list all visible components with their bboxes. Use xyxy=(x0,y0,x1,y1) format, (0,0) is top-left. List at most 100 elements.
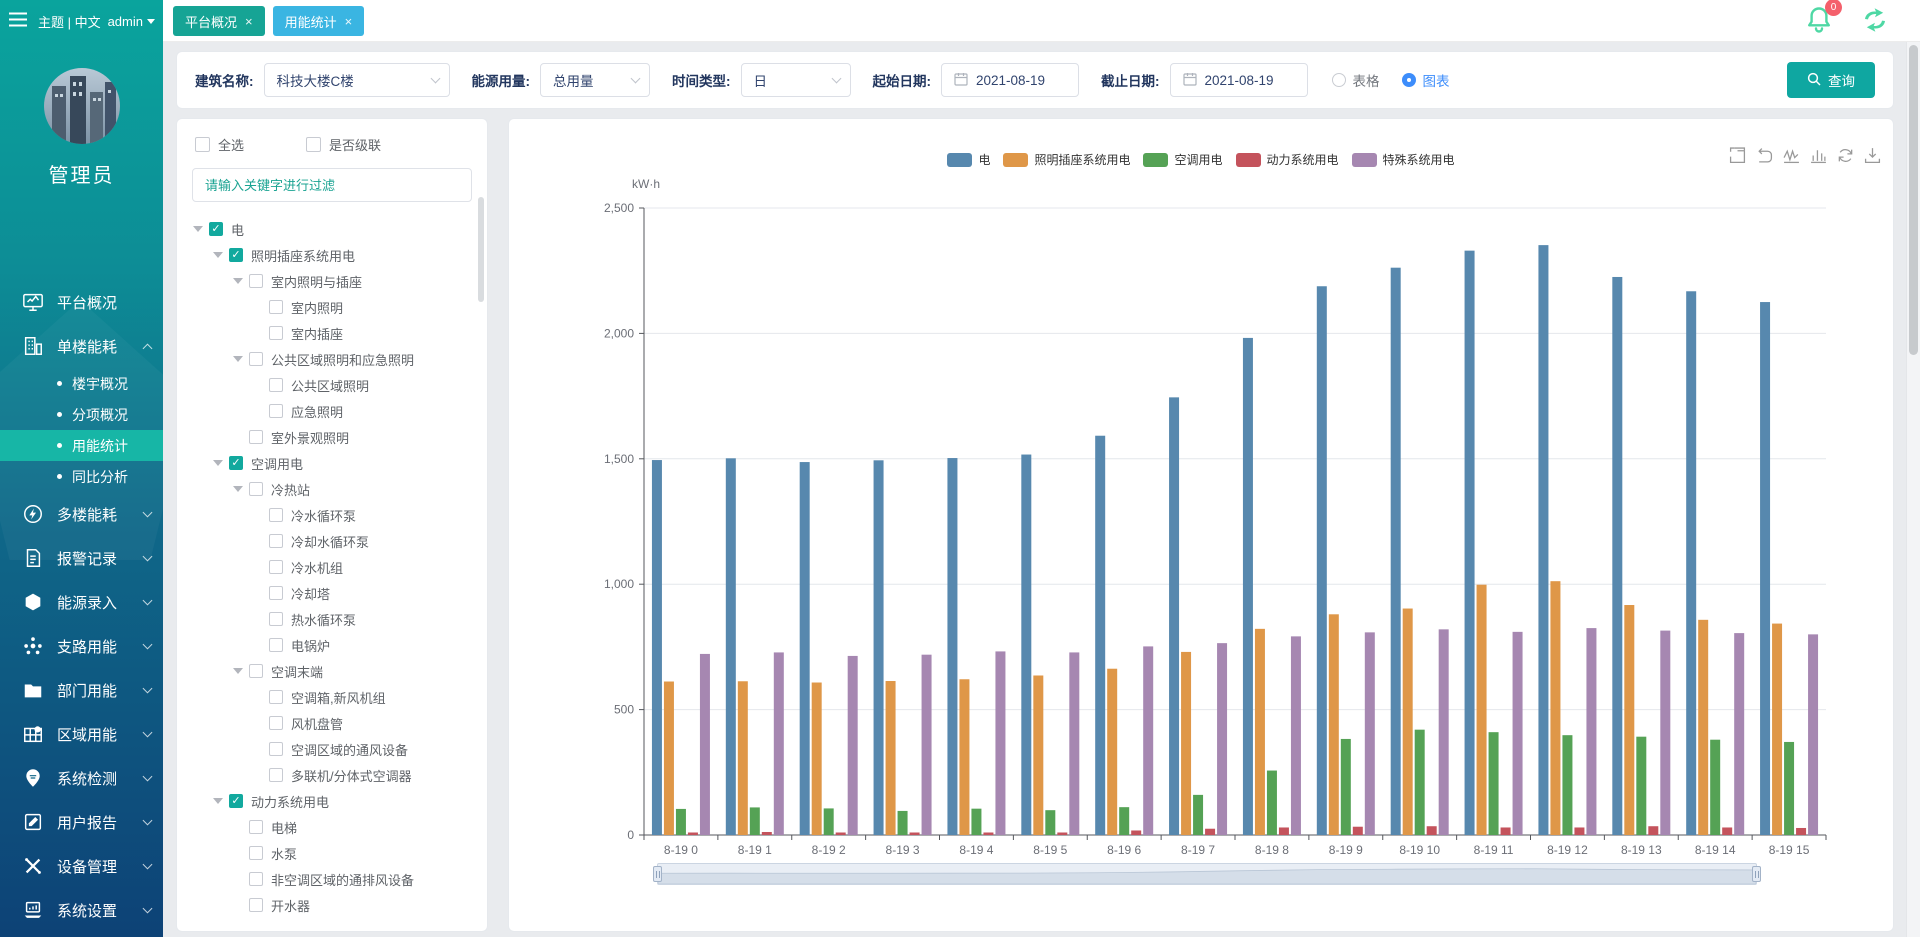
legend-item[interactable]: 动力系统用电 xyxy=(1236,151,1339,168)
tree-checkbox[interactable] xyxy=(269,638,283,652)
tree-node-label[interactable]: 开水器 xyxy=(271,896,310,915)
tree-node[interactable]: 冷却塔 xyxy=(183,580,487,606)
tree-checkbox[interactable] xyxy=(229,248,243,262)
legend-item[interactable]: 空调用电 xyxy=(1143,151,1222,168)
tree-node-label[interactable]: 室内插座 xyxy=(291,324,343,343)
tree-node[interactable]: 冷水循环泵 xyxy=(183,502,487,528)
legend-item[interactable]: 照明插座系统用电 xyxy=(1003,151,1130,168)
end-date-input[interactable]: 2021-08-19 xyxy=(1170,63,1308,97)
tree-scrollbar-thumb[interactable] xyxy=(478,197,484,302)
sidebar-item-energy-entry[interactable]: 能源录入 xyxy=(0,580,163,624)
start-date-input[interactable]: 2021-08-19 xyxy=(941,63,1079,97)
page-scrollbar[interactable] xyxy=(1906,42,1920,937)
radio-table[interactable]: 表格 xyxy=(1332,70,1380,90)
expand-arrow-icon[interactable] xyxy=(233,486,243,492)
time-type-select[interactable]: 日 xyxy=(741,63,851,97)
sidebar-item-single-building[interactable]: 单楼能耗 xyxy=(0,324,163,368)
tree-filter-input[interactable] xyxy=(192,168,472,202)
avatar[interactable] xyxy=(44,68,120,144)
tree-node[interactable]: 空调末端 xyxy=(183,658,487,684)
energy-select[interactable]: 总用量 xyxy=(540,63,650,97)
tree-node[interactable]: 冷热站 xyxy=(183,476,487,502)
tree-node[interactable]: 水泵 xyxy=(183,840,487,866)
sidebar-item-region-energy[interactable]: 区域用能 xyxy=(0,712,163,756)
tab-close-icon[interactable]: × xyxy=(245,14,253,29)
switch-bar-icon[interactable] xyxy=(1810,147,1827,167)
expand-arrow-icon[interactable] xyxy=(213,798,223,804)
expand-arrow-icon[interactable] xyxy=(213,252,223,258)
tree-node-label[interactable]: 室内照明与插座 xyxy=(271,272,362,291)
tree-checkbox[interactable] xyxy=(269,716,283,730)
tree-node[interactable]: 电锅炉 xyxy=(183,632,487,658)
tree-node[interactable]: 空调用电 xyxy=(183,450,487,476)
tree-checkbox[interactable] xyxy=(229,456,243,470)
datazoom-right-handle[interactable] xyxy=(1752,866,1761,882)
tree-checkbox[interactable] xyxy=(269,534,283,548)
tree-checkbox[interactable] xyxy=(269,586,283,600)
tree-node-label[interactable]: 空调箱,新风机组 xyxy=(291,688,386,707)
query-button[interactable]: 查询 xyxy=(1787,62,1875,98)
tree-node[interactable]: 热水循环泵 xyxy=(183,606,487,632)
tree-node[interactable]: 冷水机组 xyxy=(183,554,487,580)
notifications-button[interactable]: 0 xyxy=(1806,5,1832,37)
cascade-checkbox[interactable] xyxy=(306,137,321,152)
tree-checkbox[interactable] xyxy=(249,872,263,886)
tree-checkbox[interactable] xyxy=(249,352,263,366)
tree-checkbox[interactable] xyxy=(269,326,283,340)
tree-node-label[interactable]: 热水循环泵 xyxy=(291,610,356,629)
sidebar-item-branch-energy[interactable]: 支路用能 xyxy=(0,624,163,668)
tree-node-label[interactable]: 公共区域照明和应急照明 xyxy=(271,350,414,369)
tree-checkbox[interactable] xyxy=(249,482,263,496)
tree-checkbox[interactable] xyxy=(249,664,263,678)
tab-close-icon[interactable]: × xyxy=(345,14,353,29)
zoom-reset-icon[interactable] xyxy=(1756,147,1773,167)
select-all-checkbox[interactable] xyxy=(195,137,210,152)
tree-checkbox[interactable] xyxy=(249,430,263,444)
tree-node[interactable]: 开水器 xyxy=(183,892,487,918)
tree-checkbox[interactable] xyxy=(269,612,283,626)
tree-checkbox[interactable] xyxy=(269,742,283,756)
tree-node[interactable]: 电梯 xyxy=(183,814,487,840)
tree-node[interactable]: 公共区域照明 xyxy=(183,372,487,398)
refresh-sync-button[interactable] xyxy=(1860,7,1890,36)
tree-node[interactable]: 风机盘管 xyxy=(183,710,487,736)
datazoom-slider[interactable] xyxy=(657,863,1757,885)
tree-checkbox[interactable] xyxy=(269,378,283,392)
tree-node-label[interactable]: 空调用电 xyxy=(251,454,303,473)
expand-arrow-icon[interactable] xyxy=(213,460,223,466)
tree-checkbox[interactable] xyxy=(269,560,283,574)
tree-node[interactable]: 空调区域的通风设备 xyxy=(183,736,487,762)
tree-node[interactable]: 应急照明 xyxy=(183,398,487,424)
sidebar-item-platform-overview[interactable]: 平台概况 xyxy=(0,280,163,324)
tree-node[interactable]: 室内插座 xyxy=(183,320,487,346)
tree-node[interactable]: 非空调区域的通排风设备 xyxy=(183,866,487,892)
expand-arrow-icon[interactable] xyxy=(233,278,243,284)
user-menu[interactable]: admin xyxy=(108,14,155,29)
tree-node-label[interactable]: 冷水机组 xyxy=(291,558,343,577)
tree-node-label[interactable]: 电锅炉 xyxy=(291,636,330,655)
tree-node-label[interactable]: 冷热站 xyxy=(271,480,310,499)
page-scrollbar-thumb[interactable] xyxy=(1909,45,1918,355)
tree-node[interactable]: 冷却水循环泵 xyxy=(183,528,487,554)
tree-checkbox[interactable] xyxy=(249,274,263,288)
tree-node[interactable]: 电 xyxy=(183,216,487,242)
tree-checkbox[interactable] xyxy=(249,898,263,912)
tree-node-label[interactable]: 室内照明 xyxy=(291,298,343,317)
tab-energy-statistics[interactable]: 用能统计× xyxy=(273,6,365,36)
expand-arrow-icon[interactable] xyxy=(233,668,243,674)
tab-platform-overview[interactable]: 平台概况× xyxy=(173,6,265,36)
expand-arrow-icon[interactable] xyxy=(193,226,203,232)
tree-checkbox[interactable] xyxy=(269,690,283,704)
tree-checkbox[interactable] xyxy=(269,508,283,522)
tree-node-label[interactable]: 空调末端 xyxy=(271,662,323,681)
datazoom-left-handle[interactable] xyxy=(653,866,662,882)
tree-node-label[interactable]: 冷却塔 xyxy=(291,584,330,603)
save-image-icon[interactable] xyxy=(1864,147,1881,167)
sidebar-item-system-settings[interactable]: 系统设置 xyxy=(0,888,163,932)
tree-node-label[interactable]: 电 xyxy=(231,220,244,239)
legend-item[interactable]: 电 xyxy=(947,151,990,168)
tree-node[interactable]: 照明插座系统用电 xyxy=(183,242,487,268)
expand-arrow-icon[interactable] xyxy=(233,356,243,362)
radio-chart[interactable]: 图表 xyxy=(1402,70,1450,90)
tree-node[interactable]: 室外景观照明 xyxy=(183,424,487,450)
